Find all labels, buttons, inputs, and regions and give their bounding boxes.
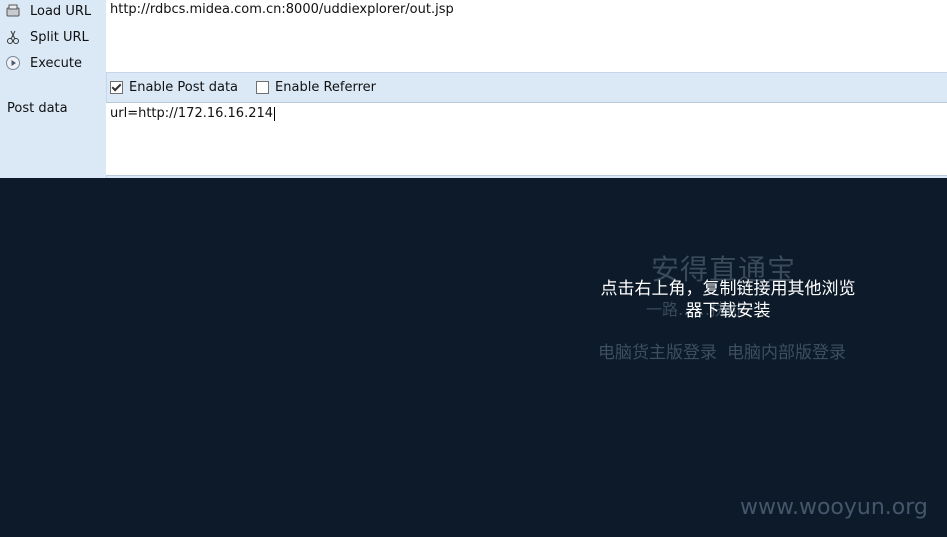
enable-post-checkbox[interactable]: Enable Post data [110, 80, 238, 95]
load-url-icon [4, 2, 22, 20]
load-url-button[interactable]: Load URL [4, 0, 104, 22]
enable-referrer-label: Enable Referrer [275, 79, 376, 95]
execute-button[interactable]: Execute [4, 52, 104, 74]
split-url-label: Split URL [30, 29, 89, 45]
scissors-icon [4, 28, 22, 46]
split-url-button[interactable]: Split URL [4, 26, 104, 48]
internal-login-link[interactable]: 电脑内部版登录 [727, 343, 846, 363]
post-data-value: url=http://172.16.16.214 [110, 106, 276, 121]
action-panel: Load URL Split URL Execute Post data [0, 0, 107, 178]
owner-login-link[interactable]: 电脑货主版登录 [598, 343, 717, 363]
url-textarea[interactable]: http://rdbcs.midea.com.cn:8000/uddiexplo… [106, 0, 947, 73]
post-data-label: Post data [7, 101, 68, 116]
load-url-label: Load URL [30, 3, 92, 19]
text-caret [274, 106, 276, 121]
options-row: Enable Post data Enable Referrer [106, 76, 390, 98]
enable-referrer-checkbox[interactable]: Enable Referrer [256, 80, 376, 95]
play-icon [4, 54, 22, 72]
overlay-message: 点击右上角，复制链接用其他浏览器下载安装 [600, 279, 856, 321]
execute-label: Execute [30, 55, 82, 71]
login-links: 电脑货主版登录 电脑内部版登录 [598, 338, 856, 363]
enable-post-check-icon [110, 80, 123, 94]
enable-post-label: Enable Post data [129, 79, 239, 95]
page-viewport: 安得直通宝 一路……扶付 点击右上角，复制链接用其他浏览器下载安装 电脑货主版登… [0, 178, 947, 537]
url-value: http://rdbcs.midea.com.cn:8000/uddiexplo… [110, 2, 454, 17]
post-data-textarea[interactable]: url=http://172.16.16.214 [106, 102, 947, 176]
watermark: www.wooyun.org [740, 495, 928, 520]
enable-referrer-check-icon [256, 80, 270, 94]
